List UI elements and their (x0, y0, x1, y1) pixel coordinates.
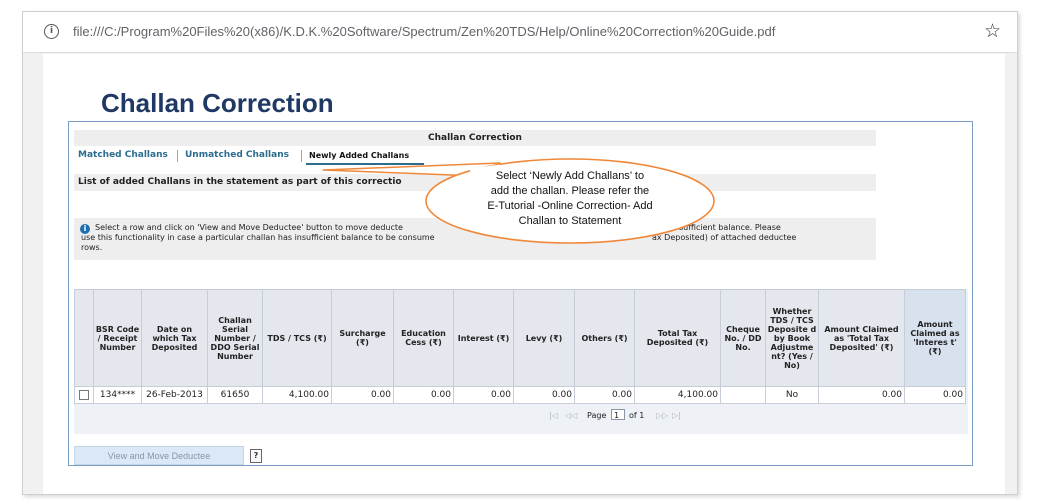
callout-bubble (322, 158, 715, 244)
callout-line-4: Challan to Statement (518, 215, 622, 227)
callout-line-2: add the challan. Please refer the (490, 185, 650, 197)
callout-text: Select ‘Newly Add Challans’ to add the c… (436, 169, 704, 229)
callout-line-1: Select ‘Newly Add Challans’ to (495, 170, 645, 182)
callout-line-3: E-Tutorial -Online Correction- Add (487, 200, 653, 212)
